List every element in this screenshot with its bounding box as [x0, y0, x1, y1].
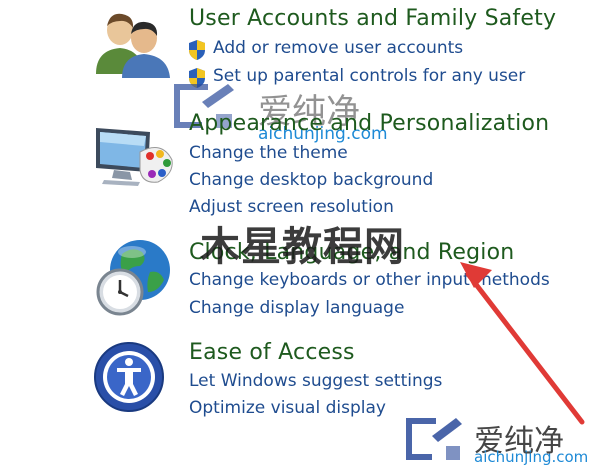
ease-of-access-icon: [94, 342, 164, 412]
task-add-remove-accounts[interactable]: Add or remove user accounts: [187, 38, 464, 60]
monitor-palette-icon: [96, 128, 173, 186]
category-title-ease-of-access[interactable]: Ease of Access: [189, 340, 355, 365]
task-optimize-display[interactable]: Optimize visual display: [189, 398, 386, 418]
watermark-url-bottom: aichunjing.com: [474, 448, 589, 466]
task-display-language[interactable]: Change display language: [189, 298, 404, 318]
task-label: Add or remove user accounts: [213, 38, 464, 58]
annotation-arrow: [460, 262, 585, 425]
watermark-logo-icon: [406, 418, 462, 460]
category-title-appearance[interactable]: Appearance and Personalization: [189, 111, 549, 136]
watermark-overlay-text: 木星教程网: [200, 224, 405, 270]
task-desktop-background[interactable]: Change desktop background: [189, 170, 433, 190]
task-suggest-settings[interactable]: Let Windows suggest settings: [189, 371, 442, 391]
task-change-theme[interactable]: Change the theme: [189, 143, 348, 163]
uac-shield-icon: [189, 40, 205, 60]
globe-clock-icon: [96, 240, 170, 316]
users-icon: [96, 13, 170, 78]
category-title-user-accounts[interactable]: User Accounts and Family Safety: [189, 6, 556, 31]
task-label: Set up parental controls for any user: [213, 66, 526, 86]
